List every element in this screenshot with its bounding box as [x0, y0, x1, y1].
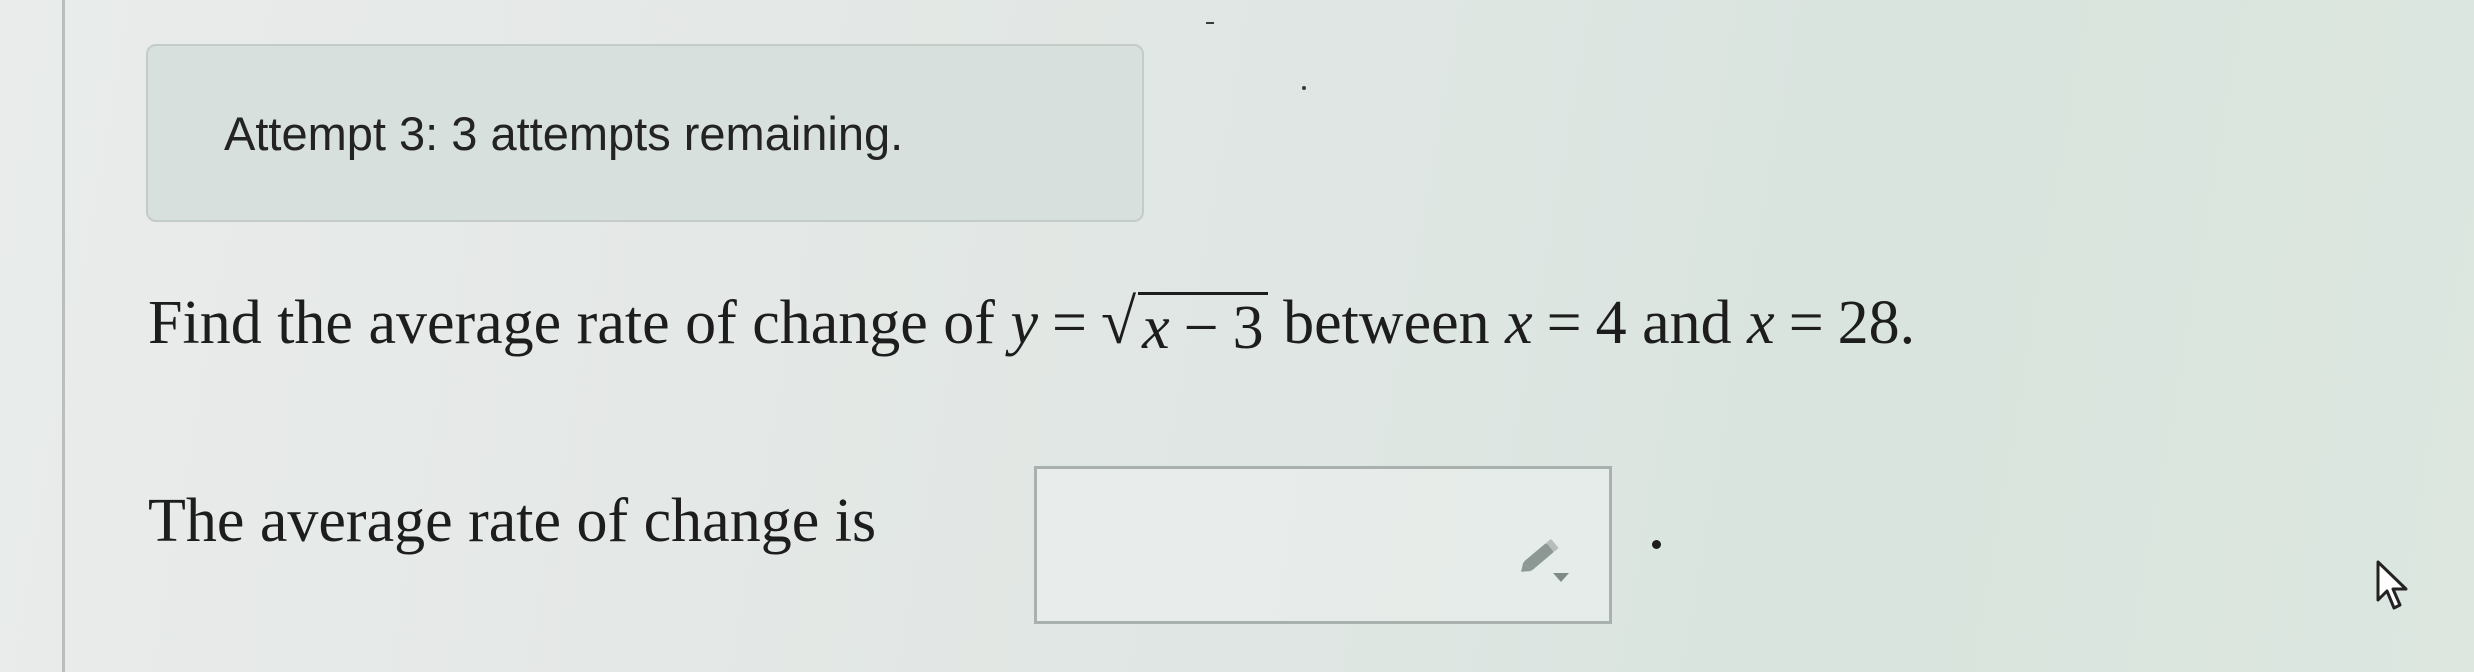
- square-root: √ x −3: [1101, 285, 1268, 359]
- between-word: between: [1283, 289, 1490, 357]
- question-prefix: Find the average rate of change of: [148, 289, 995, 357]
- mouse-pointer-icon: [2376, 560, 2408, 610]
- sentence-period: .: [1899, 289, 1916, 357]
- y-variable: y: [1010, 289, 1038, 357]
- radical-icon: √: [1100, 286, 1137, 357]
- x-variable-1: x: [1505, 289, 1533, 357]
- x-value-1: 4: [1595, 289, 1627, 357]
- x-value-2: 28: [1837, 289, 1900, 357]
- lower-bound: x = 4: [1505, 289, 1627, 357]
- x-variable-2: x: [1747, 289, 1775, 357]
- pencil-dropdown-icon[interactable]: [1515, 529, 1571, 585]
- minus-sign: −: [1183, 294, 1219, 362]
- stray-mark: [1206, 22, 1214, 29]
- radicand: x −3: [1138, 292, 1268, 359]
- radicand-variable: x: [1142, 294, 1170, 362]
- answer-trailing-period: [1652, 540, 1661, 549]
- stray-dot: [1302, 86, 1306, 90]
- and-word: and: [1642, 289, 1732, 357]
- attempts-banner: Attempt 3: 3 attempts remaining.: [146, 44, 1144, 222]
- radicand-constant: 3: [1232, 294, 1264, 362]
- upper-bound: x = 28.: [1747, 289, 1915, 357]
- question-text: Find the average rate of change of y = √ x −…: [148, 285, 1915, 359]
- answer-input[interactable]: [1034, 466, 1612, 624]
- answer-prompt: The average rate of change is: [148, 487, 877, 555]
- equals-sign-2: =: [1546, 289, 1582, 357]
- function-equation: y = √ x −3: [1010, 286, 1283, 359]
- equals-sign: =: [1051, 289, 1087, 357]
- attempts-remaining-text: Attempt 3: 3 attempts remaining.: [224, 107, 904, 160]
- equals-sign-3: =: [1788, 289, 1824, 357]
- page-left-border: [62, 0, 65, 672]
